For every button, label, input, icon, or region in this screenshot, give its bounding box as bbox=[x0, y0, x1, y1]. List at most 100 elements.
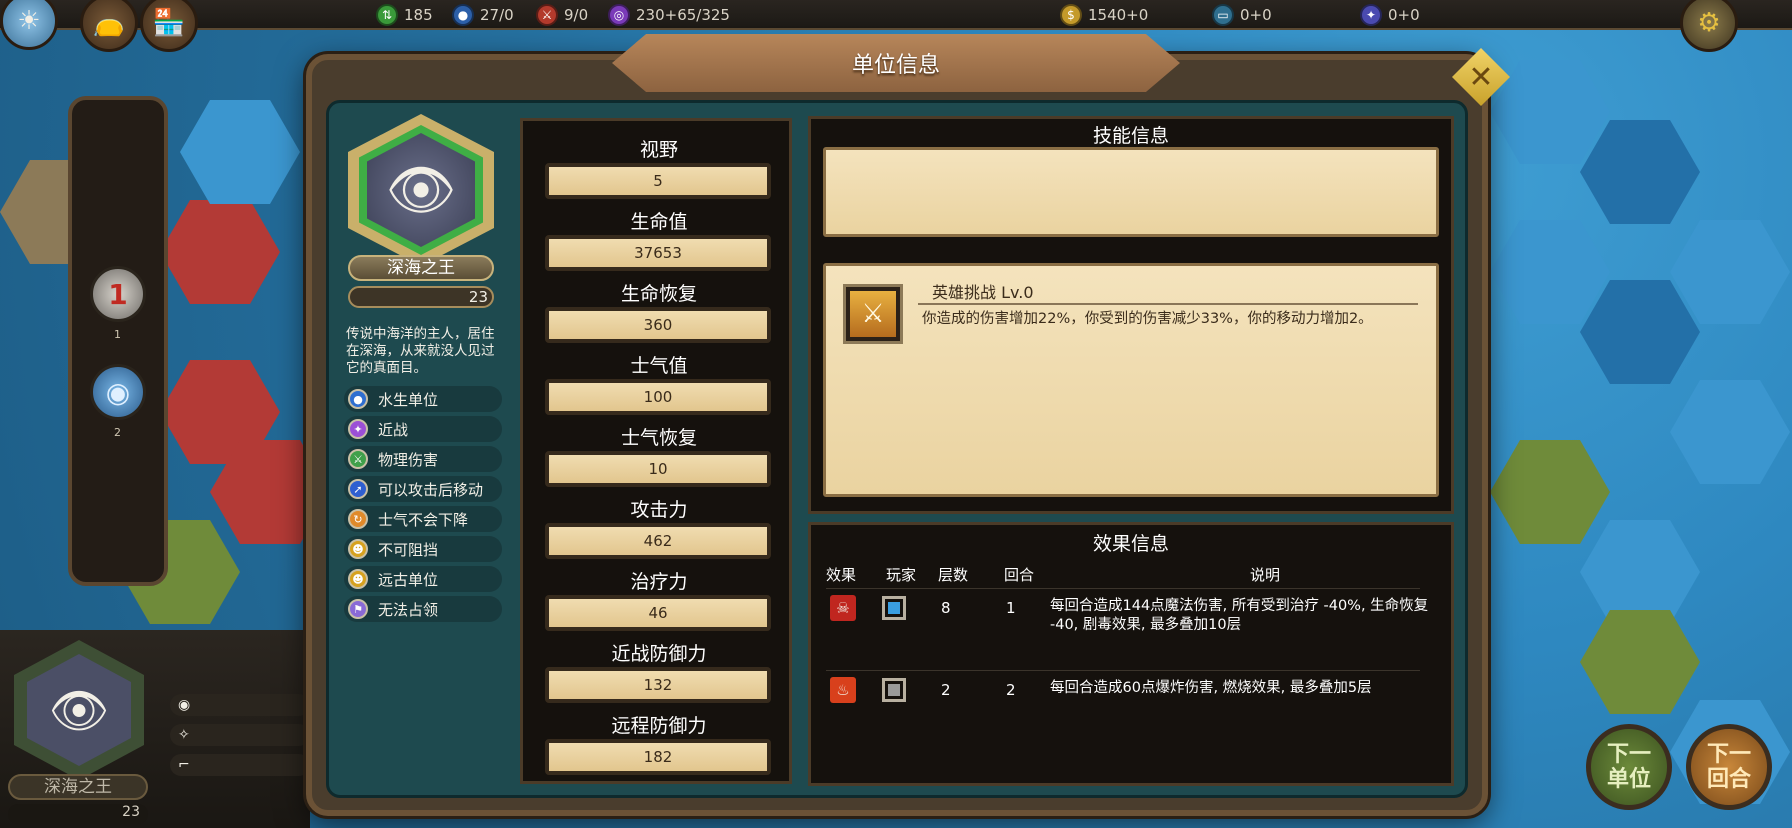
mana-icon: ◎ bbox=[608, 4, 630, 26]
next-turn-button[interactable]: 下一 回合 bbox=[1686, 724, 1772, 810]
stat-value-morale: 100 bbox=[545, 379, 771, 415]
stat-label-attack: 攻击力 bbox=[630, 499, 688, 521]
move-after-attack-icon: ➚ bbox=[348, 479, 368, 499]
unstoppable-icon: ☻ bbox=[348, 539, 368, 559]
player-marker-gray bbox=[882, 678, 906, 702]
selected-unit-level: 23 bbox=[8, 804, 148, 824]
map-tile[interactable] bbox=[1670, 220, 1790, 324]
map-tile[interactable] bbox=[180, 100, 300, 204]
skill-divider bbox=[918, 303, 1418, 305]
stat-value-attack: 462 bbox=[545, 523, 771, 559]
stat-label-hp-regen: 生命恢复 bbox=[620, 283, 697, 305]
effect-description: 每回合造成144点魔法伤害, 所有受到治疗 -40%, 生命恢复 -40, 剧毒… bbox=[1050, 598, 1429, 633]
map-tile[interactable] bbox=[160, 200, 280, 304]
trait-melee[interactable]: ✦ 近战 bbox=[344, 416, 502, 442]
hero-challenge-icon: ⚔ bbox=[850, 291, 896, 337]
stat-value-melee-def: 132 bbox=[545, 667, 771, 703]
close-icon: ✕ bbox=[1468, 59, 1494, 95]
effects-row-divider bbox=[826, 670, 1420, 671]
map-tile[interactable] bbox=[1580, 280, 1700, 384]
trait-no-capture[interactable]: ⚑ 无法占领 bbox=[344, 596, 502, 622]
stat-label-morale-regen: 士气恢复 bbox=[620, 427, 697, 449]
skills-title: 技能信息 bbox=[1092, 125, 1169, 147]
player-marker-blue bbox=[882, 596, 906, 620]
gear-icon: ⚙ bbox=[1697, 8, 1721, 38]
whirlpool-icon: ◉ bbox=[105, 375, 131, 409]
shop-icon: 🏪 bbox=[152, 8, 186, 38]
skill-name: 英雄挑战 Lv.0 bbox=[932, 283, 1034, 302]
trait-ancient[interactable]: ☻ 远古单位 bbox=[344, 566, 502, 592]
boot-stat-mini: ⌐ bbox=[170, 754, 310, 776]
food-icon: ⇅ bbox=[376, 4, 398, 26]
resource-mana: ◎ 230+65/325 bbox=[608, 4, 730, 26]
resource-army: ⚔ 9/0 bbox=[536, 4, 588, 26]
effect-turns: 1 bbox=[1006, 599, 1016, 617]
effect-stacks: 2 bbox=[941, 681, 951, 699]
stat-value-hp: 37653 bbox=[545, 235, 771, 271]
effect-stacks: 8 bbox=[941, 599, 951, 617]
effects-header-description: 说明 bbox=[1250, 566, 1281, 584]
map-tile[interactable] bbox=[1490, 220, 1610, 324]
dialog-title: 单位信息 bbox=[612, 34, 1180, 92]
compass-stat-mini: ✧ bbox=[170, 724, 310, 746]
stat-label-morale: 士气值 bbox=[630, 355, 688, 377]
physical-damage-icon: ⚔ bbox=[348, 449, 368, 469]
unit-name: 深海之王 bbox=[348, 255, 494, 281]
vision-stat-mini: ◉ bbox=[170, 694, 310, 716]
skills-empty-slot bbox=[823, 147, 1439, 237]
resource-gold: $ 1540+0 bbox=[1060, 4, 1148, 26]
queue-slot-2[interactable]: ◉ bbox=[90, 364, 146, 420]
map-tile[interactable] bbox=[1580, 120, 1700, 224]
trait-morale-lock[interactable]: ↻ 士气不会下降 bbox=[344, 506, 502, 532]
stats-panel[interactable]: 视野 5 生命值 37653 生命恢复 360 士气值 100 士气恢复 10 … bbox=[520, 118, 792, 784]
bag-icon: 👝 bbox=[92, 8, 126, 38]
map-tile[interactable] bbox=[1670, 380, 1790, 484]
effects-header-divider bbox=[826, 588, 1420, 589]
stat-label-hp: 生命值 bbox=[630, 211, 688, 233]
stat-label-melee-def: 近战防御力 bbox=[611, 643, 707, 665]
unit-level: 23 bbox=[348, 286, 494, 308]
effects-header-effect: 效果 bbox=[826, 566, 857, 584]
burn-icon[interactable]: ♨ bbox=[830, 677, 856, 703]
trait-aquatic[interactable]: ● 水生单位 bbox=[344, 386, 502, 412]
selected-unit-name: 深海之王 bbox=[8, 774, 148, 800]
population-icon: ● bbox=[452, 4, 474, 26]
effects-header-player: 玩家 bbox=[886, 566, 917, 584]
effects-header-stacks: 层数 bbox=[938, 566, 969, 584]
monster-icon: 👁 bbox=[27, 654, 131, 766]
effects-header-turns: 回合 bbox=[1004, 566, 1035, 584]
trait-unstoppable[interactable]: ☻ 不可阻挡 bbox=[344, 536, 502, 562]
stat-value-hp-regen: 360 bbox=[545, 307, 771, 343]
next-unit-button[interactable]: 下一 单位 bbox=[1586, 724, 1672, 810]
skill-description: 你造成的伤害增加22%，你受到的伤害减少33%，你的移动力增加2。 bbox=[922, 311, 1373, 327]
map-tile[interactable] bbox=[1490, 440, 1610, 544]
poison-icon[interactable]: ☠ bbox=[830, 595, 856, 621]
ancient-icon: ☻ bbox=[348, 569, 368, 589]
resource-population: ● 27/0 bbox=[452, 4, 514, 26]
map-tile[interactable] bbox=[1580, 520, 1700, 624]
eye-icon: ◉ bbox=[178, 697, 191, 713]
stat-value-heal: 46 bbox=[545, 595, 771, 631]
trait-physical-damage[interactable]: ⚔ 物理伤害 bbox=[344, 446, 502, 472]
gold-icon: $ bbox=[1060, 4, 1082, 26]
hammer-icon: ✦ bbox=[1360, 4, 1382, 26]
deep-sea-king-icon: 👁 bbox=[367, 133, 475, 247]
no-capture-icon: ⚑ bbox=[348, 599, 368, 619]
effect-turns: 2 bbox=[1006, 681, 1016, 699]
queue-slot-1[interactable]: 1 bbox=[90, 266, 146, 322]
unit-description: 传说中海洋的主人，居住在深海，从来就没人见过它的真面目。 bbox=[346, 326, 495, 376]
stat-value-morale-regen: 10 bbox=[545, 451, 771, 487]
compass-icon: ✧ bbox=[178, 727, 190, 743]
morale-lock-icon: ↻ bbox=[348, 509, 368, 529]
effect-description: 每回合造成60点爆炸伤害, 燃烧效果, 最多叠加5层 bbox=[1050, 680, 1372, 696]
army-icon: ⚔ bbox=[536, 4, 558, 26]
stat-label-ranged-def: 远程防御力 bbox=[611, 715, 707, 737]
boot-icon: ⌐ bbox=[178, 757, 190, 773]
effects-panel[interactable]: 效果信息 bbox=[808, 522, 1454, 786]
scroll-icon: ▭ bbox=[1212, 4, 1234, 26]
stat-value-vision: 5 bbox=[545, 163, 771, 199]
map-tile[interactable] bbox=[1580, 610, 1700, 714]
skill-card[interactable] bbox=[823, 263, 1439, 497]
resource-bar: ⇅ 185 ● 27/0 ⚔ 9/0 ◎ 230+65/325 $ 1540+0… bbox=[0, 0, 1792, 30]
trait-move-after-attack[interactable]: ➚ 可以攻击后移动 bbox=[344, 476, 502, 502]
